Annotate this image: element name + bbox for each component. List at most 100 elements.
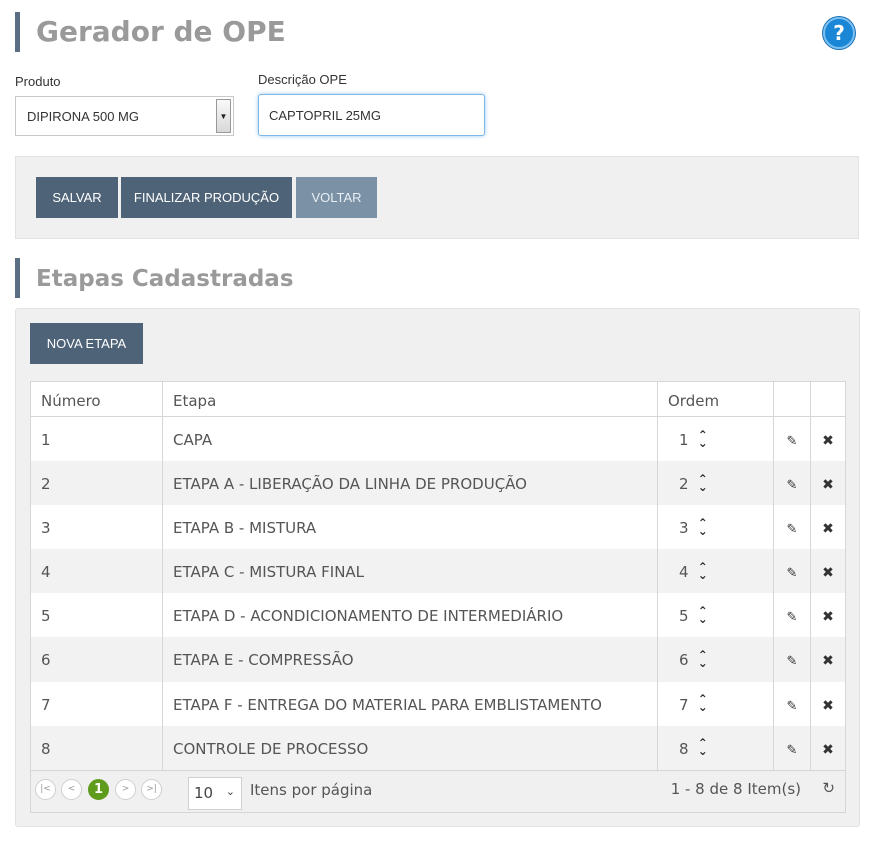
table-row[interactable]: 3 ETAPA B - MISTURA 3 ⌃ ⌄ ✎ ✖ <box>31 505 845 550</box>
refresh-icon[interactable]: ↻ <box>822 779 835 797</box>
cell-delete: ✖ <box>810 725 845 770</box>
cell-etapa: CAPA <box>162 417 657 462</box>
grid-header: Número Etapa Ordem <box>31 382 845 417</box>
next-page-icon[interactable]: > <box>115 779 136 800</box>
voltar-button[interactable]: VOLTAR <box>296 177 377 218</box>
cell-ordem: 5 ⌃ ⌄ <box>657 593 773 638</box>
delete-icon[interactable]: ✖ <box>822 742 834 758</box>
delete-icon[interactable]: ✖ <box>822 565 834 581</box>
produto-select-value: DIPIRONA 500 MG <box>27 109 139 124</box>
sort-arrows-icon[interactable]: ⌃ ⌄ <box>698 429 708 449</box>
delete-icon[interactable]: ✖ <box>822 653 834 669</box>
ordem-value: 7 <box>679 695 689 714</box>
ordem-value: 2 <box>679 475 689 494</box>
nova-etapa-button[interactable]: NOVA ETAPA <box>30 323 143 364</box>
cell-numero: 6 <box>41 651 51 670</box>
sort-arrows-icon[interactable]: ⌃ ⌄ <box>698 649 708 669</box>
cell-edit: ✎ <box>773 593 810 638</box>
cell-etapa: ETAPA C - MISTURA FINAL <box>162 549 657 594</box>
cell-ordem: 6 ⌃ ⌄ <box>657 637 773 682</box>
column-header-ordem[interactable]: Ordem <box>657 382 773 416</box>
sort-arrows-icon[interactable]: ⌃ ⌄ <box>698 693 708 713</box>
column-header-delete <box>810 382 845 416</box>
edit-icon[interactable]: ✎ <box>787 654 798 669</box>
table-row[interactable]: 8 CONTROLE DE PROCESSO 8 ⌃ ⌄ ✎ ✖ <box>31 725 845 770</box>
delete-icon[interactable]: ✖ <box>822 609 834 625</box>
cell-etapa: ETAPA A - LIBERAÇÃO DA LINHA DE PRODUÇÃO <box>162 461 657 506</box>
edit-icon[interactable]: ✎ <box>787 610 798 625</box>
edit-icon[interactable]: ✎ <box>787 743 798 758</box>
delete-icon[interactable]: ✖ <box>822 698 834 714</box>
produto-label: Produto <box>15 74 61 89</box>
sort-arrows-icon[interactable]: ⌃ ⌄ <box>698 737 708 757</box>
cell-etapa: ETAPA B - MISTURA <box>162 505 657 550</box>
descricao-input[interactable] <box>258 94 485 136</box>
sort-arrows-icon[interactable]: ⌃ ⌄ <box>698 473 708 493</box>
sort-arrows-icon[interactable]: ⌃ ⌄ <box>698 605 708 625</box>
chevron-down-icon[interactable]: ▼ <box>216 99 231 133</box>
pager-info: 1 - 8 de 8 Item(s) <box>670 780 801 798</box>
last-page-icon[interactable]: >| <box>141 779 162 800</box>
cell-delete: ✖ <box>810 681 845 726</box>
cell-numero: 4 <box>41 563 51 582</box>
page: Gerador de OPE ? Produto DIPIRONA 500 MG… <box>0 0 876 843</box>
edit-icon[interactable]: ✎ <box>787 478 798 493</box>
cell-numero: 2 <box>41 475 51 494</box>
salvar-button[interactable]: SALVAR <box>36 177 118 218</box>
table-row[interactable]: 5 ETAPA D - ACONDICIONAMENTO DE INTERMED… <box>31 593 845 638</box>
cell-edit: ✎ <box>773 505 810 550</box>
etapas-grid: Número Etapa Ordem 1 CAPA 1 ⌃ ⌄ ✎ ✖ 2 ETA… <box>30 381 846 813</box>
cell-edit: ✎ <box>773 549 810 594</box>
help-icon[interactable]: ? <box>823 17 855 49</box>
chevron-down-icon: ⌄ <box>225 785 235 798</box>
ordem-value: 5 <box>679 607 689 626</box>
cell-ordem: 7 ⌃ ⌄ <box>657 681 773 726</box>
column-header-etapa[interactable]: Etapa <box>162 382 657 416</box>
page-size-select[interactable]: 10 ⌄ <box>188 777 242 810</box>
cell-numero: 8 <box>41 739 51 758</box>
cell-numero: 5 <box>41 607 51 626</box>
sort-arrows-icon[interactable]: ⌃ ⌄ <box>698 561 708 581</box>
table-row[interactable]: 4 ETAPA C - MISTURA FINAL 4 ⌃ ⌄ ✎ ✖ <box>31 549 845 594</box>
page-title: Gerador de OPE <box>15 12 286 52</box>
table-row[interactable]: 7 ETAPA F - ENTREGA DO MATERIAL PARA EMB… <box>31 681 845 726</box>
edit-icon[interactable]: ✎ <box>787 522 798 537</box>
finalizar-producao-button[interactable]: FINALIZAR PRODUÇÃO <box>121 177 292 218</box>
cell-etapa: ETAPA E - COMPRESSÃO <box>162 637 657 682</box>
page-size-label: Itens por página <box>250 781 373 799</box>
cell-numero: 1 <box>41 431 51 449</box>
delete-icon[interactable]: ✖ <box>822 521 834 537</box>
produto-select[interactable]: DIPIRONA 500 MG ▼ <box>15 96 234 136</box>
cell-ordem: 1 ⌃ ⌄ <box>657 417 773 462</box>
cell-ordem: 4 ⌃ ⌄ <box>657 549 773 594</box>
column-header-numero[interactable]: Número <box>31 382 162 416</box>
edit-icon[interactable]: ✎ <box>787 566 798 581</box>
ordem-value: 4 <box>679 563 689 582</box>
edit-icon[interactable]: ✎ <box>787 434 798 449</box>
cell-ordem: 3 ⌃ ⌄ <box>657 505 773 550</box>
first-page-icon[interactable]: |< <box>35 779 56 800</box>
cell-edit: ✎ <box>773 417 810 462</box>
descricao-label: Descrição OPE <box>258 72 347 87</box>
sort-arrows-icon[interactable]: ⌃ ⌄ <box>698 517 708 537</box>
cell-delete: ✖ <box>810 637 845 682</box>
cell-ordem: 2 ⌃ ⌄ <box>657 461 773 506</box>
etapas-title: Etapas Cadastradas <box>15 258 294 298</box>
table-row[interactable]: 6 ETAPA E - COMPRESSÃO 6 ⌃ ⌄ ✎ ✖ <box>31 637 845 682</box>
cell-delete: ✖ <box>810 505 845 550</box>
table-row[interactable]: 1 CAPA 1 ⌃ ⌄ ✎ ✖ <box>31 417 845 462</box>
ordem-value: 8 <box>679 739 689 758</box>
cell-edit: ✎ <box>773 681 810 726</box>
ordem-value: 1 <box>679 431 689 449</box>
page-size-value: 10 <box>194 784 214 802</box>
pager: |< < 1 > >| 10 ⌄ Itens por página 1 - 8 … <box>31 770 845 812</box>
table-row[interactable]: 2 ETAPA A - LIBERAÇÃO DA LINHA DE PRODUÇ… <box>31 461 845 506</box>
prev-page-icon[interactable]: < <box>61 779 82 800</box>
cell-delete: ✖ <box>810 461 845 506</box>
current-page-button[interactable]: 1 <box>88 779 109 800</box>
grid-body: 1 CAPA 1 ⌃ ⌄ ✎ ✖ 2 ETAPA A - LIBERAÇÃO DA… <box>31 417 845 770</box>
edit-icon[interactable]: ✎ <box>787 699 798 714</box>
cell-etapa: ETAPA D - ACONDICIONAMENTO DE INTERMEDIÁ… <box>162 593 657 638</box>
delete-icon[interactable]: ✖ <box>822 477 834 493</box>
delete-icon[interactable]: ✖ <box>822 433 834 449</box>
